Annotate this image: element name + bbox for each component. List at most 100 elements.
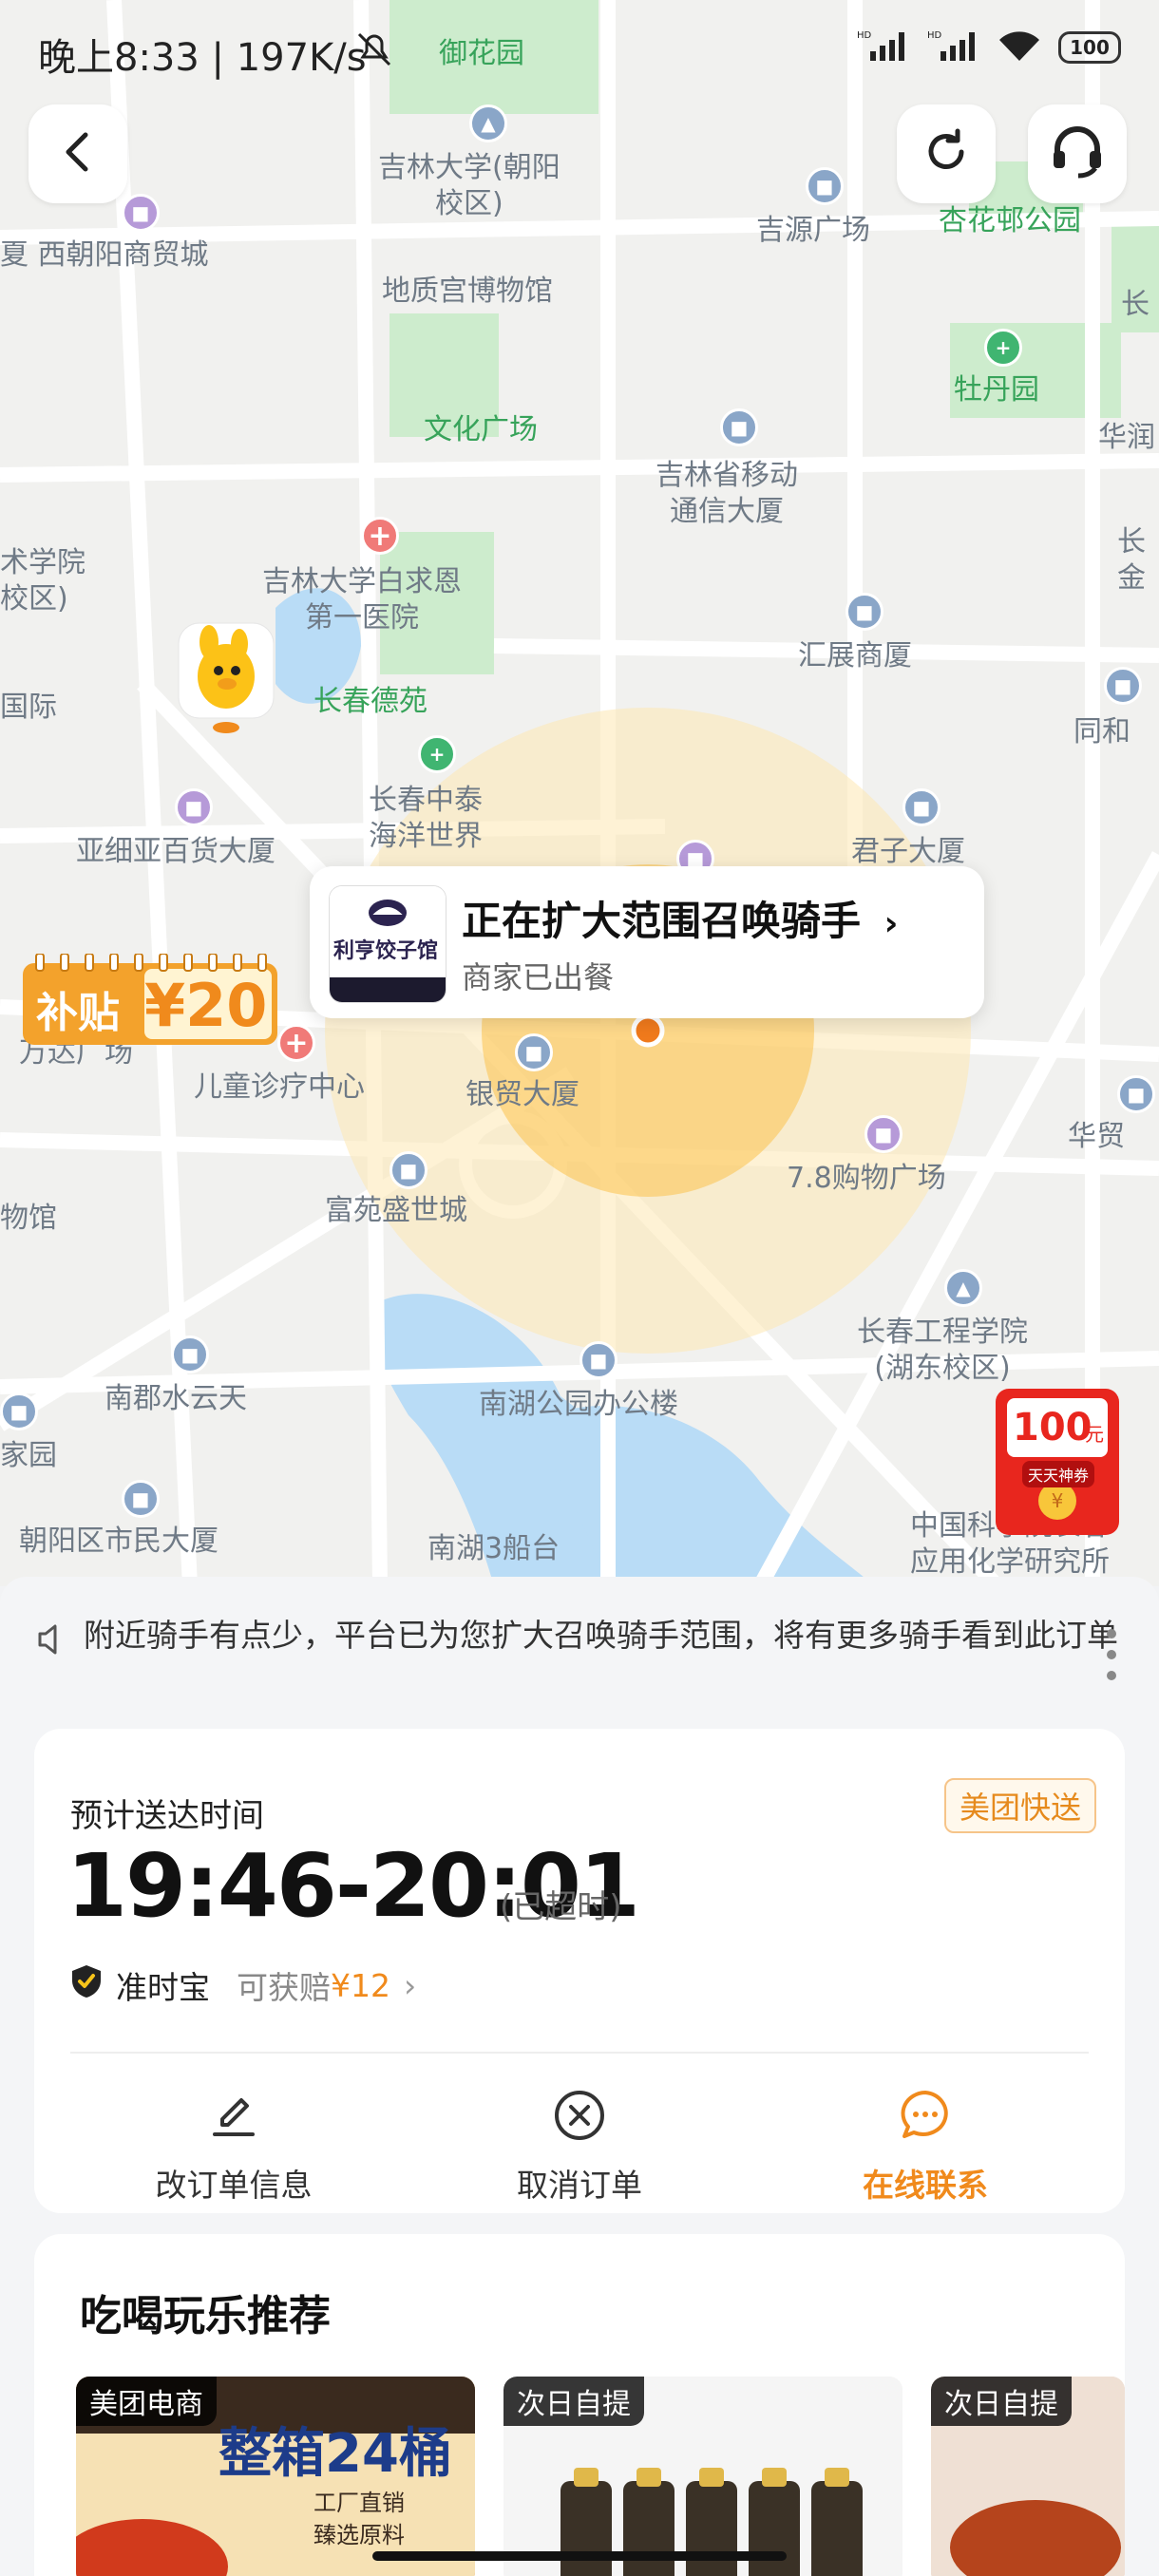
home-indicator[interactable] (372, 2551, 787, 2561)
map-label: 南湖3船台 (428, 1532, 560, 1565)
edit-order-button[interactable]: 改订单信息 (110, 2090, 357, 2206)
building-pin-icon: ■ (846, 593, 884, 631)
recommendation-item[interactable]: 次日自提 (931, 2377, 1125, 2576)
building-pin-icon: ■ (720, 408, 758, 446)
recommendation-tag: 美团电商 (76, 2377, 217, 2426)
rider-status-title: 正在扩大范围召唤骑手 › (462, 889, 898, 947)
customer-service-button[interactable] (1028, 104, 1127, 203)
map-label: 吉林省移动 通信大厦 (656, 459, 798, 528)
hospital-pin-icon: + (361, 517, 399, 555)
map-label: 文化广场 (424, 413, 538, 446)
map-label: 南湖公园办公楼 (479, 1388, 678, 1421)
speaker-icon (34, 1622, 68, 1660)
red-packet-unit: 元 (1085, 1423, 1104, 1446)
map-view[interactable]: ▲ ■ ■ + ■ + ■ ■ + ■ ■ ■ + ■ ■ ■ ■ ▲ ■ ■ … (0, 0, 1159, 1586)
delivery-type-tag: 美团快送 (943, 1778, 1096, 1833)
guarantee-name: 准时宝 (116, 1969, 210, 2006)
edit-order-label: 改订单信息 (155, 2167, 313, 2204)
order-bottom-sheet: 附近骑手有点少，平台已为您扩大召唤骑手范围，将有更多骑手看到此订单 预计送达时间… (0, 1577, 1159, 2576)
map-label: 地质宫博物馆 (382, 275, 553, 308)
map-label: 术学院 校区) (0, 546, 86, 616)
online-contact-button[interactable]: 在线联系 (802, 2090, 1049, 2206)
map-label: 7.8购物广场 (787, 1162, 946, 1195)
headset-icon (1048, 123, 1107, 185)
building-pin-icon: ■ (580, 1341, 618, 1379)
map-label: 长春德苑 (314, 685, 428, 718)
status-bar: 晚上8:33 | 197K/s HD HD 100 (0, 0, 1159, 104)
signal-icon: HD (857, 28, 910, 66)
map-label: 华贸 (1068, 1120, 1125, 1153)
hospital-pin-icon: + (277, 1024, 315, 1062)
building-pin-icon: ■ (122, 1480, 160, 1518)
map-label: 长春中泰 海洋世界 (369, 784, 483, 853)
red-packet-caption: 天天神券 (1022, 1461, 1095, 1487)
map-label: 杏花邨公园 (939, 204, 1081, 237)
delivery-info-card: 预计送达时间 美团快送 19:46-20:01 (已超时) 准时宝 可获赔 ¥1… (34, 1729, 1125, 2213)
chevron-right-icon: › (404, 1966, 417, 2004)
building-pin-icon: ■ (390, 1151, 428, 1189)
map-label: 长 金 (1117, 525, 1146, 595)
back-button[interactable] (28, 104, 127, 203)
recommendation-section: 吃喝玩乐推荐 整箱24桶 工厂直销 臻选原料 美团电商 次日自提 次日自提 (34, 2234, 1125, 2576)
cancel-circle-icon (553, 2089, 606, 2150)
battery-icon: 100 (1058, 31, 1121, 64)
refresh-icon (920, 125, 973, 182)
more-vertical-icon[interactable] (1106, 1628, 1117, 1685)
red-packet-coupon[interactable]: ¥ 100 元 天天神券 (994, 1387, 1121, 1537)
mute-icon (353, 28, 395, 74)
shop-pin-icon: ■ (175, 788, 213, 826)
school-pin-icon: ▲ (944, 1269, 982, 1307)
shield-check-icon (70, 1963, 103, 2007)
map-label: 吉源广场 (756, 214, 870, 247)
building-pin-icon: ■ (1104, 667, 1142, 705)
subsidy-amount: ¥20 (144, 971, 268, 1040)
overtime-status: (已超时) (500, 1888, 622, 1926)
map-label: 吉林大学白求恩 第一医院 (262, 565, 462, 635)
map-label: 朝阳区市民大厦 (19, 1525, 218, 1558)
map-label: 同和 (1074, 715, 1130, 748)
map-label: 南郡水云天 (104, 1382, 247, 1415)
recommendation-item[interactable]: 整箱24桶 工厂直销 臻选原料 美团电商 (76, 2377, 475, 2576)
map-label: 汇展商厦 (798, 639, 912, 672)
rider-status-card[interactable]: 利亨饺子馆 正在扩大范围召唤骑手 › 商家已出餐 (310, 866, 984, 1018)
on-time-guarantee[interactable]: 准时宝 可获赔 ¥12 › (70, 1964, 416, 2006)
wifi-icon (998, 28, 1041, 66)
cancel-order-button[interactable]: 取消订单 (456, 2090, 703, 2206)
map-label: 银贸大厦 (466, 1078, 580, 1111)
map-label: 富苑盛世城 (325, 1194, 467, 1227)
map-label: 吉林大学(朝阳 校区) (378, 151, 560, 220)
rider-avatar-icon[interactable] (177, 621, 276, 735)
divider (70, 2052, 1089, 2054)
map-label: 君子大厦 (851, 835, 965, 868)
subsidy-badge[interactable]: 补贴 ¥20 (23, 954, 277, 1047)
chat-icon (899, 2089, 952, 2150)
product-subtext: 工厂直销 臻选原料 (314, 2490, 405, 2548)
map-label: 牡丹园 (954, 373, 1039, 407)
building-pin-icon: ■ (902, 788, 940, 826)
recommendation-title: 吃喝玩乐推荐 (80, 2292, 331, 2340)
guarantee-amount: ¥12 (331, 1966, 390, 2004)
svg-text:HD: HD (857, 30, 872, 41)
park-pin-icon: + (418, 735, 456, 773)
map-label: 物馆 (0, 1202, 57, 1235)
map-label: 夏 西朝阳商贸城 (0, 238, 209, 272)
chevron-right-icon: › (884, 904, 899, 943)
rider-status-subtitle: 商家已出餐 (462, 959, 615, 995)
map-label: 家园 (0, 1439, 57, 1472)
map-label: 亚细亚百货大厦 (76, 835, 276, 868)
building-pin-icon: ■ (1117, 1075, 1155, 1113)
school-pin-icon: ▲ (469, 104, 507, 142)
red-packet-amount: 100 (1013, 1406, 1092, 1449)
recommendation-tag: 次日自提 (504, 2377, 644, 2426)
subsidy-label: 补贴 (36, 989, 120, 1037)
map-label: 儿童诊疗中心 (194, 1070, 365, 1104)
building-pin-icon: ■ (806, 167, 844, 205)
building-pin-icon: ■ (171, 1335, 209, 1373)
building-pin-icon: ■ (0, 1392, 38, 1430)
cancel-order-label: 取消订单 (517, 2167, 642, 2204)
guarantee-prefix: 可获赔 (237, 1969, 331, 2006)
shop-pin-icon: ■ (864, 1115, 902, 1153)
recommendation-item[interactable]: 次日自提 (504, 2377, 902, 2576)
refresh-button[interactable] (897, 104, 996, 203)
building-pin-icon: ■ (515, 1033, 553, 1071)
